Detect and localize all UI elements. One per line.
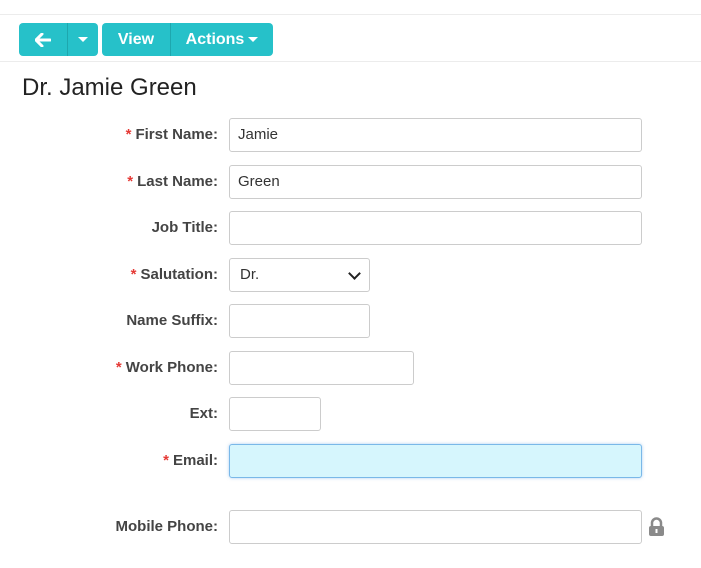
lock-icon[interactable] bbox=[648, 517, 665, 537]
salutation-value: Dr. bbox=[240, 266, 260, 283]
mobile-phone-label: Mobile Phone: bbox=[115, 518, 219, 535]
work-phone-row: * Work Phone: bbox=[0, 351, 701, 385]
actions-label: Actions bbox=[185, 30, 245, 48]
actions-button[interactable]: Actions bbox=[170, 23, 273, 56]
back-button[interactable] bbox=[19, 23, 67, 56]
caret-down-icon bbox=[248, 37, 259, 42]
name-suffix-label: Name Suffix: bbox=[126, 312, 218, 329]
required-marker: * bbox=[115, 359, 122, 376]
email-label: * Email: bbox=[163, 452, 218, 469]
name-suffix-input[interactable] bbox=[229, 304, 370, 338]
ext-row: Ext: bbox=[0, 397, 701, 431]
salutation-select[interactable]: Dr. bbox=[229, 258, 370, 292]
email-input[interactable] bbox=[229, 444, 642, 478]
ext-input[interactable] bbox=[229, 397, 321, 431]
caret-down-icon bbox=[78, 37, 88, 42]
first-name-label: * First Name: bbox=[125, 126, 218, 143]
salutation-label: * Salutation: bbox=[130, 266, 218, 283]
work-phone-label: * Work Phone: bbox=[115, 359, 218, 376]
required-marker: * bbox=[163, 452, 169, 469]
last-name-input[interactable]: Green bbox=[229, 165, 642, 199]
page-title: Dr. Jamie Green bbox=[22, 74, 197, 101]
toolbar: View Actions bbox=[0, 14, 701, 62]
mobile-phone-row: Mobile Phone: bbox=[0, 510, 701, 544]
first-name-input[interactable]: Jamie bbox=[229, 118, 642, 152]
last-name-row: * Last Name: Green bbox=[0, 165, 701, 199]
back-button-group bbox=[19, 23, 98, 56]
work-phone-input[interactable] bbox=[229, 351, 414, 385]
action-button-group: View Actions bbox=[102, 23, 273, 56]
view-button[interactable]: View bbox=[102, 23, 170, 56]
job-title-input[interactable] bbox=[229, 211, 642, 245]
job-title-label: Job Title: bbox=[151, 219, 218, 236]
chevron-down-icon bbox=[348, 266, 361, 280]
first-name-row: * First Name: Jamie bbox=[0, 118, 701, 152]
name-suffix-row: Name Suffix: bbox=[0, 304, 701, 338]
required-marker: * bbox=[127, 173, 134, 190]
mobile-phone-input[interactable] bbox=[229, 510, 642, 544]
history-dropdown-button[interactable] bbox=[67, 23, 98, 56]
arrow-left-icon bbox=[35, 32, 51, 47]
job-title-row: Job Title: bbox=[0, 211, 701, 245]
view-label: View bbox=[117, 30, 155, 48]
last-name-label: * Last Name: bbox=[127, 173, 218, 190]
email-row: * Email: bbox=[0, 444, 701, 478]
required-marker: * bbox=[130, 266, 137, 283]
salutation-row: * Salutation: Dr. bbox=[0, 258, 701, 292]
ext-label: Ext: bbox=[189, 405, 218, 422]
required-marker: * bbox=[125, 126, 132, 143]
